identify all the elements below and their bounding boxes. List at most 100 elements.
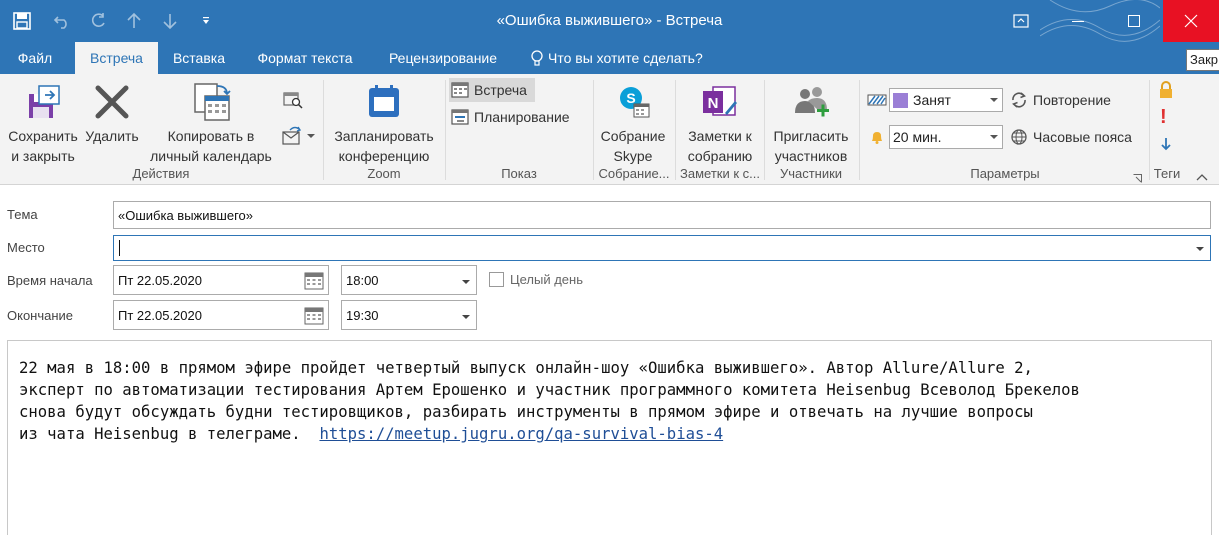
end-time-label: Окончание [7, 308, 74, 323]
start-date-picker[interactable]: Пт 22.05.2020 [113, 265, 329, 295]
calendar-icon[interactable] [304, 272, 324, 290]
reminder-value: 20 мин. [893, 129, 942, 145]
globe-icon [1011, 129, 1027, 145]
calendar-search-button[interactable] [282, 88, 307, 112]
schedule-meeting-button[interactable]: Запланировать конференцию [326, 78, 442, 166]
chevron-down-icon [990, 98, 998, 102]
schedule-label-2: конференцию [338, 148, 430, 164]
maximize-icon[interactable] [1106, 0, 1162, 42]
start-date-value: Пт 22.05.2020 [118, 272, 202, 288]
tab-format-text[interactable]: Формат текста [243, 42, 367, 74]
group-separator [323, 80, 324, 180]
save-close-label-1: Сохранить [8, 128, 78, 144]
start-time-label: Время начала [7, 273, 93, 288]
up-arrow-icon[interactable] [116, 0, 152, 42]
tell-me-label: Что вы хотите сделать? [548, 50, 703, 66]
end-date-picker[interactable]: Пт 22.05.2020 [113, 300, 329, 330]
title-bar: «Ошибка выжившего» - Встреча [0, 0, 1219, 42]
invite-label-1: Пригласить [773, 128, 849, 144]
reminder-dropdown[interactable]: 20 мин. [889, 125, 1003, 149]
down-arrow-icon[interactable] [152, 0, 188, 42]
group-label-zoom: Zoom [367, 166, 401, 181]
recurrence-button[interactable]: Повторение [1008, 88, 1111, 112]
lightbulb-icon [531, 50, 543, 66]
close-tooltip: Закр [1186, 49, 1219, 71]
save-icon[interactable] [0, 0, 44, 42]
busy-color-swatch [893, 92, 908, 108]
chevron-down-icon [990, 135, 998, 139]
text-caret [119, 240, 120, 256]
recurrence-label: Повторение [1033, 92, 1111, 108]
all-day-checkbox[interactable] [489, 272, 504, 287]
skype-meeting-button[interactable]: S Собрание Skype [594, 78, 672, 166]
subject-label: Тема [7, 207, 38, 222]
close-icon[interactable] [1163, 0, 1219, 42]
tab-file[interactable]: Файл [0, 42, 70, 74]
calendar-icon[interactable] [304, 307, 324, 325]
group-separator [445, 80, 446, 180]
time-zones-button[interactable]: Часовые пояса [1008, 125, 1132, 149]
group-separator [675, 80, 676, 180]
start-time-dropdown[interactable]: 18:00 [341, 265, 477, 295]
copy-to-personal-calendar-button[interactable]: Копировать в личный календарь [142, 78, 280, 166]
invite-attendees-button[interactable]: Пригласить участников [766, 78, 856, 166]
group-label-show: Показ [501, 166, 537, 181]
chevron-down-icon[interactable] [1196, 247, 1204, 251]
customize-qat-icon[interactable] [188, 0, 224, 42]
group-separator [859, 80, 860, 180]
save-close-icon [29, 85, 60, 118]
skype-icon: S [620, 87, 650, 118]
undo-icon[interactable] [44, 0, 80, 42]
location-label: Место [7, 240, 45, 255]
ribbon-display-options-icon[interactable] [993, 0, 1049, 42]
all-day-label: Целый день [510, 272, 583, 287]
save-close-label-2: и закрыть [11, 148, 75, 164]
meeting-notes-button[interactable]: N Заметки к собранию [678, 78, 762, 166]
subject-input[interactable]: «Ошибка выжившего» [113, 201, 1211, 229]
tab-insert[interactable]: Вставка [162, 42, 236, 74]
copy-label-1: Копировать в [167, 128, 255, 144]
group-label-actions: Действия [132, 166, 190, 181]
subject-value: «Ошибка выжившего» [118, 207, 253, 223]
group-separator [1149, 80, 1150, 180]
redo-icon[interactable] [80, 0, 116, 42]
calendar-search-icon [283, 92, 303, 109]
meetup-link[interactable]: https://meetup.jugru.org/qa-survival-bia… [319, 425, 723, 443]
chevron-down-icon [462, 280, 470, 284]
scheduling-assistant-button[interactable]: Планирование [449, 105, 570, 129]
collapse-ribbon-icon[interactable] [1196, 168, 1208, 184]
notes-label-1: Заметки к [688, 128, 752, 144]
group-separator [764, 80, 765, 180]
quick-access-toolbar [0, 0, 224, 42]
time-zones-label: Часовые пояса [1033, 129, 1132, 145]
chevron-down-icon [307, 134, 315, 138]
save-and-close-button[interactable]: Сохранить и закрыть [4, 78, 82, 166]
end-date-value: Пт 22.05.2020 [118, 307, 202, 323]
invite-people-icon [795, 87, 829, 117]
group-label-skype: Собрание... [598, 166, 670, 181]
tab-review[interactable]: Рецензирование [374, 42, 512, 74]
skype-label-2: Skype [613, 148, 653, 164]
show-as-value: Занят [913, 92, 951, 108]
end-time-value: 19:30 [346, 307, 379, 323]
show-as-dropdown[interactable]: Занят [889, 88, 1003, 112]
minimize-icon[interactable] [1050, 0, 1106, 42]
high-importance-icon[interactable]: ! [1160, 107, 1167, 127]
tab-meeting[interactable]: Встреча [75, 42, 158, 74]
recurrence-icon [1012, 92, 1026, 108]
delete-button[interactable]: Удалить [82, 78, 142, 146]
end-time-dropdown[interactable]: 19:30 [341, 300, 477, 330]
copy-label-2: личный календарь [150, 148, 272, 164]
location-input[interactable] [113, 235, 1211, 261]
onenote-icon: N [703, 86, 737, 116]
low-importance-icon[interactable] [1160, 136, 1172, 155]
dialog-launcher-icon[interactable] [1133, 170, 1142, 186]
forward-dropdown-button[interactable] [282, 124, 315, 148]
private-lock-icon[interactable] [1157, 80, 1175, 103]
tell-me-search[interactable]: Что вы хотите сделать? [530, 42, 720, 74]
chevron-down-icon [462, 315, 470, 319]
message-body-editor[interactable]: 22 мая в 18:00 в прямом эфире пройдет че… [7, 340, 1212, 535]
group-label-options: Параметры [970, 166, 1040, 181]
view-meeting-button[interactable]: Встреча [449, 78, 535, 102]
ribbon: Сохранить и закрыть Удалить Копировать в… [0, 74, 1219, 185]
